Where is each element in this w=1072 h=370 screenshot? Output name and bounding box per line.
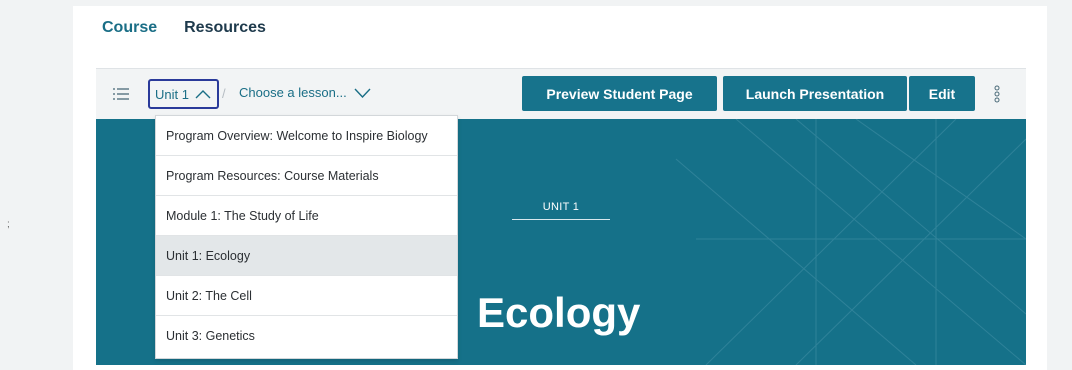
tab-resources[interactable]: Resources [184,19,266,37]
chevron-up-icon [195,90,211,99]
dropdown-item-unit-1[interactable]: Unit 1: Ecology [156,236,457,276]
chevron-down-icon [354,88,371,98]
preview-student-page-button[interactable]: Preview Student Page [522,76,717,111]
tab-course[interactable]: Course [102,19,157,37]
hero-unit-label: UNIT 1 [512,201,610,220]
dropdown-item-program-resources[interactable]: Program Resources: Course Materials [156,156,457,196]
gutter-marker: ; [7,219,10,230]
unit-selector[interactable]: Unit 1 [148,79,219,109]
edit-button[interactable]: Edit [909,76,975,111]
dropdown-item-module-1[interactable]: Module 1: The Study of Life [156,196,457,236]
lesson-selector-label: Choose a lesson... [239,85,347,100]
right-gutter [1047,0,1072,370]
hero-title: Ecology [477,289,641,336]
lesson-toolbar: Unit 1 / Choose a lesson... Preview Stud… [96,68,1026,119]
left-gutter: ; [0,0,73,370]
list-icon[interactable] [113,86,129,102]
top-strip [73,0,1072,6]
lesson-selector[interactable]: Choose a lesson... [239,85,371,100]
unit-selector-label: Unit 1 [155,86,189,102]
launch-presentation-button[interactable]: Launch Presentation [723,76,907,111]
dropdown-item-unit-2[interactable]: Unit 2: The Cell [156,276,457,316]
kebab-menu-icon[interactable] [993,83,1001,105]
unit-dropdown-menu: Program Overview: Welcome to Inspire Bio… [155,115,458,359]
dropdown-item-program-overview[interactable]: Program Overview: Welcome to Inspire Bio… [156,116,457,156]
breadcrumb-separator: / [222,86,226,101]
course-tabs: Course Resources [96,10,266,46]
dropdown-item-unit-3[interactable]: Unit 3: Genetics [156,316,457,356]
